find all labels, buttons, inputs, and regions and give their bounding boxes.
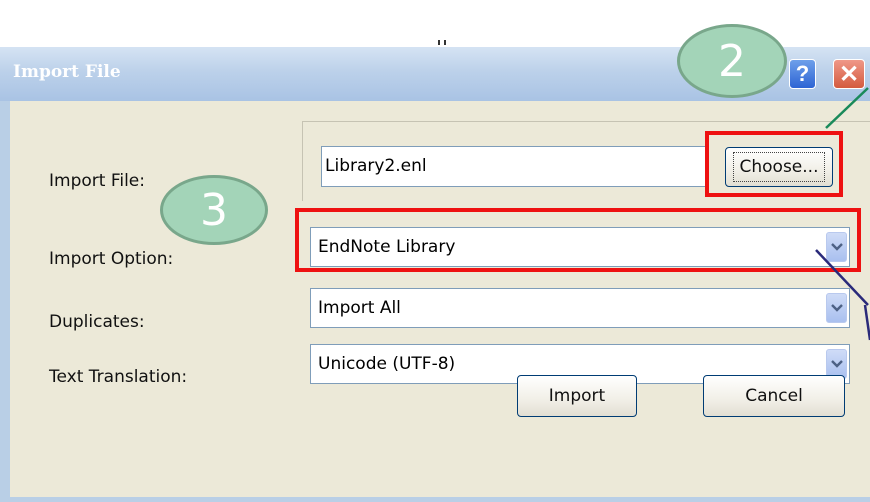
pointer-line-2 [825, 87, 869, 129]
step-badge-2: 2 [677, 24, 787, 98]
pointer-line-dropdown [815, 249, 869, 306]
step-badge-3: 3 [160, 175, 268, 245]
pointer-line-dropdown-2 [863, 304, 870, 341]
